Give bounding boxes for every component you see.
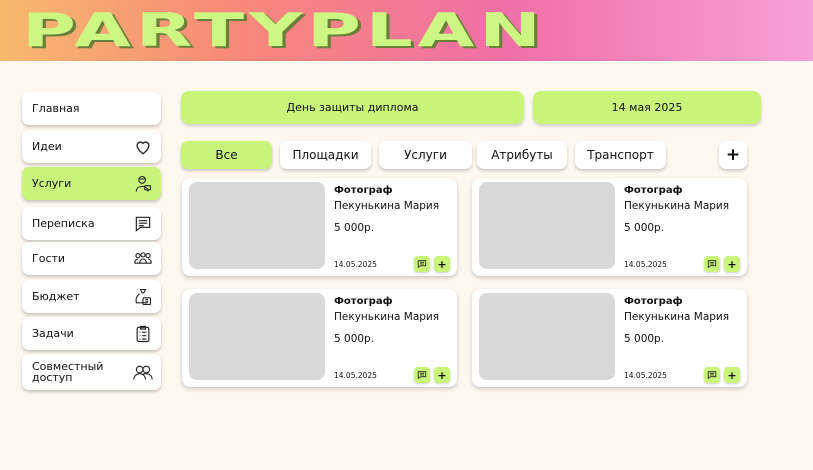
sidebar-item-label: Переписка xyxy=(32,217,95,230)
sidebar-item-shared-access[interactable]: Совместный доступ xyxy=(22,354,161,390)
checklist-icon xyxy=(133,324,153,344)
message-button[interactable] xyxy=(704,256,720,272)
tab-venues[interactable]: Площадки xyxy=(280,141,371,169)
tab-attributes[interactable]: Атрибуты xyxy=(477,141,567,169)
event-date-label: 14 мая 2025 xyxy=(611,101,683,114)
chat-icon xyxy=(707,259,717,269)
sidebar-item-label: Задачи xyxy=(32,327,74,340)
header-banner: PARTYPLAN xyxy=(0,0,813,61)
service-role: Фотограф xyxy=(334,296,393,307)
tab-label: Атрибуты xyxy=(491,148,553,162)
provider-name: Пекунькина Мария xyxy=(334,311,440,323)
service-card[interactable]: Фотограф Пекунькина Мария 5 000р. 14.05.… xyxy=(472,178,747,276)
event-date[interactable]: 14 мая 2025 xyxy=(533,91,761,124)
tab-label: Транспорт xyxy=(587,148,654,162)
heart-icon xyxy=(133,137,153,157)
sidebar-item-label: Бюджет xyxy=(32,290,80,303)
add-to-plan-button[interactable]: + xyxy=(724,367,740,383)
service-date: 14.05.2025 xyxy=(624,260,667,269)
message-button[interactable] xyxy=(704,367,720,383)
plus-icon: + xyxy=(437,368,447,382)
sidebar-item-services[interactable]: Услуги xyxy=(22,167,161,200)
app-logo: PARTYPLAN xyxy=(22,3,546,57)
sidebar-item-ideas[interactable]: Идеи xyxy=(22,130,161,163)
tab-transport[interactable]: Транспорт xyxy=(575,141,666,169)
chat-icon xyxy=(417,370,427,380)
event-name[interactable]: День защиты диплома xyxy=(181,91,524,124)
tab-label: Все xyxy=(215,148,238,162)
sidebar-item-messages[interactable]: Переписка xyxy=(22,207,161,240)
message-button[interactable] xyxy=(414,367,430,383)
service-date: 14.05.2025 xyxy=(334,371,377,380)
service-price: 5 000р. xyxy=(624,222,665,234)
sidebar-item-home[interactable]: Главная xyxy=(22,92,161,125)
plus-icon: + xyxy=(727,368,737,382)
provider-name: Пекунькина Мария xyxy=(334,200,440,212)
chat-icon xyxy=(133,214,153,234)
sidebar-item-label: Главная xyxy=(32,102,80,115)
service-person-icon xyxy=(133,174,153,194)
service-card[interactable]: Фотограф Пекунькина Мария 5 000р. 14.05.… xyxy=(472,289,747,387)
plus-icon: + xyxy=(437,257,447,271)
sidebar-item-budget[interactable]: Бюджет xyxy=(22,280,161,313)
tab-label: Площадки xyxy=(292,148,359,162)
service-date: 14.05.2025 xyxy=(624,371,667,380)
add-category-button[interactable]: + xyxy=(719,141,747,169)
sidebar-item-label: Идеи xyxy=(32,140,62,153)
provider-name: Пекунькина Мария xyxy=(624,311,730,323)
service-price: 5 000р. xyxy=(624,333,665,345)
add-to-plan-button[interactable]: + xyxy=(434,367,450,383)
sidebar-item-guests[interactable]: Гости xyxy=(22,242,161,275)
provider-name: Пекунькина Мария xyxy=(624,200,730,212)
service-image-placeholder xyxy=(189,293,325,380)
guests-icon xyxy=(133,249,153,269)
add-to-plan-button[interactable]: + xyxy=(724,256,740,272)
sidebar-item-label: Гости xyxy=(32,252,66,265)
chat-icon xyxy=(707,370,717,380)
money-bag-icon xyxy=(133,287,153,307)
tab-services[interactable]: Услуги xyxy=(379,141,472,169)
service-role: Фотограф xyxy=(624,185,683,196)
service-card[interactable]: Фотограф Пекунькина Мария 5 000р. 14.05.… xyxy=(182,289,457,387)
sidebar-item-label: Услуги xyxy=(32,177,72,190)
plus-icon: + xyxy=(727,257,737,271)
sidebar-item-tasks[interactable]: Задачи xyxy=(22,317,161,350)
sidebar-item-label: Совместный доступ xyxy=(32,360,104,384)
service-image-placeholder xyxy=(479,293,615,380)
tab-label: Услуги xyxy=(404,148,447,162)
chat-icon xyxy=(417,259,427,269)
service-image-placeholder xyxy=(189,182,325,269)
service-price: 5 000р. xyxy=(334,222,375,234)
event-name-label: День защиты диплома xyxy=(286,101,419,114)
shared-users-icon xyxy=(133,362,153,382)
add-to-plan-button[interactable]: + xyxy=(434,256,450,272)
service-role: Фотограф xyxy=(334,185,393,196)
plus-icon: + xyxy=(725,145,741,165)
message-button[interactable] xyxy=(414,256,430,272)
service-price: 5 000р. xyxy=(334,333,375,345)
service-date: 14.05.2025 xyxy=(334,260,377,269)
tab-all[interactable]: Все xyxy=(181,141,272,169)
service-card[interactable]: Фотограф Пекунькина Мария 5 000р. 14.05.… xyxy=(182,178,457,276)
service-image-placeholder xyxy=(479,182,615,269)
service-role: Фотограф xyxy=(624,296,683,307)
